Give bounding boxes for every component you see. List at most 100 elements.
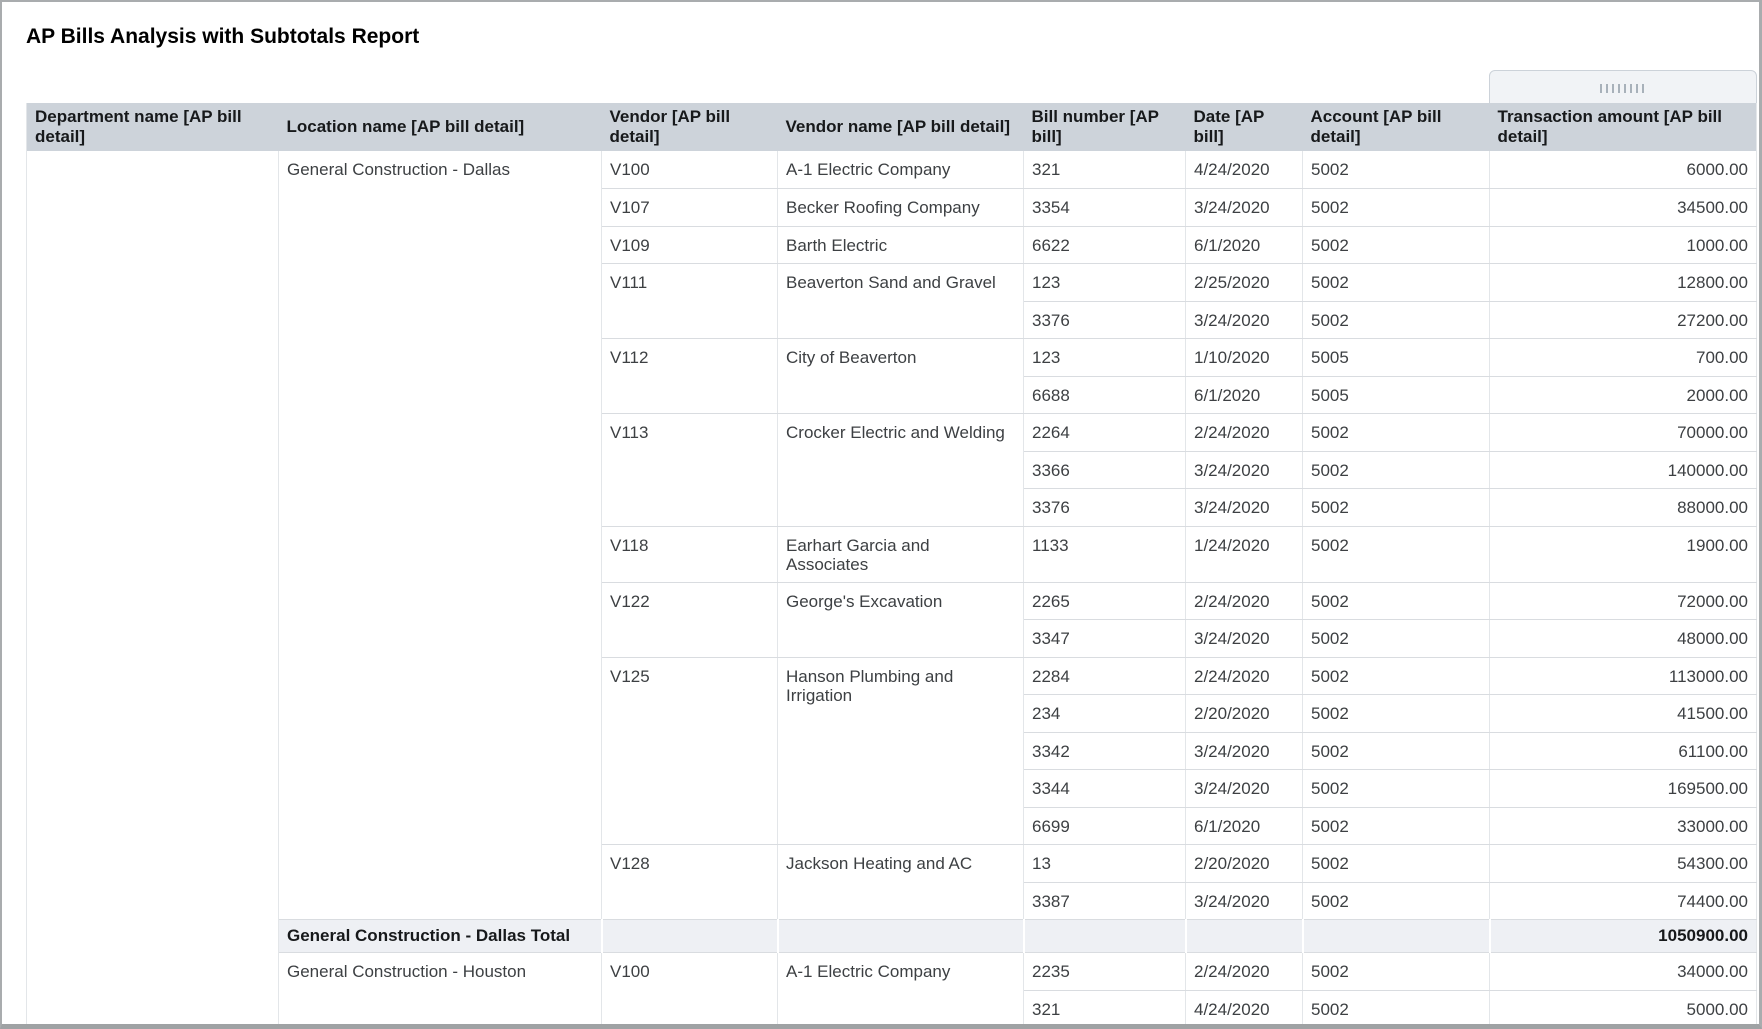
grip-dots-icon — [1600, 84, 1646, 93]
column-header-vendor[interactable]: Vendor [AP bill detail] — [602, 103, 778, 151]
account-cell: 5002 — [1303, 732, 1490, 770]
date-cell: 2/20/2020 — [1186, 845, 1303, 883]
date-cell: 6/1/2020 — [1186, 376, 1303, 414]
subtotal-empty-cell — [1303, 920, 1490, 953]
column-header-vendor_name[interactable]: Vendor name [AP bill detail] — [778, 103, 1024, 151]
date-cell: 6/1/2020 — [1186, 226, 1303, 264]
bill-number-cell: 3347 — [1024, 620, 1186, 658]
department-cell — [27, 151, 279, 1028]
amount-cell: 34500.00 — [1490, 189, 1757, 227]
account-cell: 5005 — [1303, 376, 1490, 414]
vendor-cell: V111 — [602, 264, 778, 339]
subtotal-empty-cell — [1186, 920, 1303, 953]
amount-cell: 34000.00 — [1490, 953, 1757, 991]
report-page: AP Bills Analysis with Subtotals Report … — [0, 0, 1762, 1029]
bill-number-cell: 3376 — [1024, 301, 1186, 339]
vendor-name-cell: Jackson Heating and AC — [778, 845, 1024, 920]
amount-cell: 41500.00 — [1490, 695, 1757, 733]
vendor-name-cell: City of Beaverton — [778, 339, 1024, 414]
account-cell: 5002 — [1303, 264, 1490, 302]
bill-number-cell: 123 — [1024, 339, 1186, 377]
date-cell: 3/24/2020 — [1186, 732, 1303, 770]
location-cell: General Construction - Houston — [279, 953, 602, 1028]
account-cell: 5002 — [1303, 582, 1490, 620]
header-row: Department name [AP bill detail]Location… — [27, 103, 1757, 151]
account-cell: 5002 — [1303, 151, 1490, 189]
column-header-account[interactable]: Account [AP bill detail] — [1303, 103, 1490, 151]
amount-cell: 33000.00 — [1490, 807, 1757, 845]
date-cell: 3/24/2020 — [1186, 489, 1303, 527]
amount-cell: 72000.00 — [1490, 582, 1757, 620]
bill-number-cell: 321 — [1024, 990, 1186, 1028]
bill-number-cell: 6699 — [1024, 807, 1186, 845]
account-cell: 5002 — [1303, 301, 1490, 339]
bill-number-cell: 3366 — [1024, 451, 1186, 489]
date-cell: 3/24/2020 — [1186, 770, 1303, 808]
account-cell: 5002 — [1303, 226, 1490, 264]
date-cell: 3/24/2020 — [1186, 451, 1303, 489]
amount-cell: 1000.00 — [1490, 226, 1757, 264]
amount-cell: 113000.00 — [1490, 657, 1757, 695]
amount-cell: 61100.00 — [1490, 732, 1757, 770]
vendor-cell: V100 — [602, 953, 778, 1028]
vendor-cell: V122 — [602, 582, 778, 657]
vendor-name-cell: Beaverton Sand and Gravel — [778, 264, 1024, 339]
vendor-cell: V109 — [602, 226, 778, 264]
vendor-cell: V112 — [602, 339, 778, 414]
amount-cell: 70000.00 — [1490, 414, 1757, 452]
vendor-name-cell: George's Excavation — [778, 582, 1024, 657]
column-header-amount[interactable]: Transaction amount [AP bill detail] — [1490, 103, 1757, 151]
amount-cell: 700.00 — [1490, 339, 1757, 377]
report-title: AP Bills Analysis with Subtotals Report — [26, 25, 419, 49]
date-cell: 1/10/2020 — [1186, 339, 1303, 377]
vendor-name-cell: Earhart Garcia and Associates — [778, 526, 1024, 582]
bill-number-cell: 3376 — [1024, 489, 1186, 527]
amount-cell: 2000.00 — [1490, 376, 1757, 414]
vendor-name-cell: A-1 Electric Company — [778, 151, 1024, 189]
vendor-name-cell: Becker Roofing Company — [778, 189, 1024, 227]
subtotal-row: General Construction - Dallas Total 10509… — [27, 920, 1757, 953]
subtotal-empty-cell — [778, 920, 1024, 953]
date-cell: 3/24/2020 — [1186, 882, 1303, 920]
account-cell: 5002 — [1303, 953, 1490, 991]
date-cell: 2/25/2020 — [1186, 264, 1303, 302]
date-cell: 2/20/2020 — [1186, 695, 1303, 733]
location-cell: General Construction - Dallas — [279, 151, 602, 920]
bill-number-cell: 123 — [1024, 264, 1186, 302]
bill-number-cell: 1133 — [1024, 526, 1186, 582]
account-cell: 5002 — [1303, 807, 1490, 845]
report-table-container: Department name [AP bill detail]Location… — [26, 103, 1757, 1028]
column-header-location[interactable]: Location name [AP bill detail] — [279, 103, 602, 151]
date-cell: 2/24/2020 — [1186, 582, 1303, 620]
vendor-name-cell: Hanson Plumbing and Irrigation — [778, 657, 1024, 845]
bill-number-cell: 3344 — [1024, 770, 1186, 808]
column-header-department[interactable]: Department name [AP bill detail] — [27, 103, 279, 151]
date-cell: 4/24/2020 — [1186, 990, 1303, 1028]
account-cell: 5002 — [1303, 770, 1490, 808]
bill-number-cell: 6688 — [1024, 376, 1186, 414]
bill-number-cell: 13 — [1024, 845, 1186, 883]
vendor-cell: V100 — [602, 151, 778, 189]
subtotal-empty-cell — [602, 920, 778, 953]
date-cell: 2/24/2020 — [1186, 657, 1303, 695]
vendor-name-cell: A-1 Electric Company — [778, 953, 1024, 1028]
account-cell: 5005 — [1303, 339, 1490, 377]
bill-number-cell: 2265 — [1024, 582, 1186, 620]
bill-row: General Construction - DallasV100A-1 Ele… — [27, 151, 1757, 189]
amount-cell: 12800.00 — [1490, 264, 1757, 302]
column-header-date[interactable]: Date [AP bill] — [1186, 103, 1303, 151]
account-cell: 5002 — [1303, 695, 1490, 733]
account-cell: 5002 — [1303, 414, 1490, 452]
vendor-cell: V125 — [602, 657, 778, 845]
bill-number-cell: 321 — [1024, 151, 1186, 189]
column-header-bill_number[interactable]: Bill number [AP bill] — [1024, 103, 1186, 151]
bill-number-cell: 3354 — [1024, 189, 1186, 227]
subtotal-amount-cell: 1050900.00 — [1490, 920, 1757, 953]
account-cell: 5002 — [1303, 451, 1490, 489]
bill-row: General Construction - HoustonV100A-1 El… — [27, 953, 1757, 991]
amount-cell: 140000.00 — [1490, 451, 1757, 489]
subtotal-label-cell: General Construction - Dallas Total — [279, 920, 602, 953]
amount-cell: 48000.00 — [1490, 620, 1757, 658]
date-cell: 2/24/2020 — [1186, 414, 1303, 452]
amount-cell: 27200.00 — [1490, 301, 1757, 339]
